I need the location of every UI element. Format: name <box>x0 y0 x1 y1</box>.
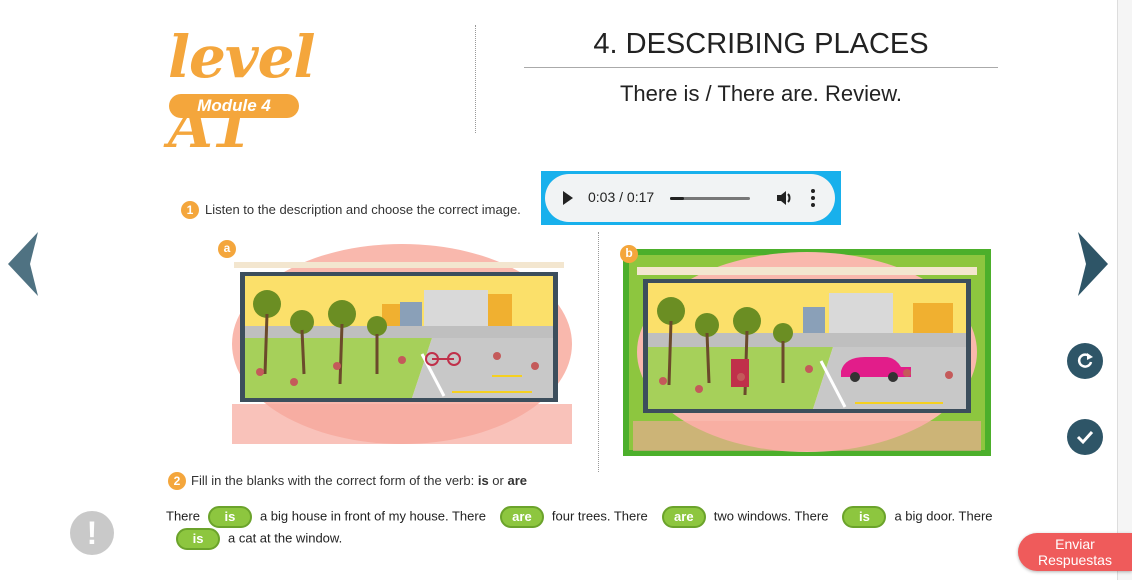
audio-progress-bar[interactable] <box>670 197 750 200</box>
question-2-instruction: Fill in the blanks with the correct form… <box>191 472 527 490</box>
sentence-text: two windows. There <box>713 508 829 524</box>
sentence-text: There <box>166 508 200 524</box>
sentence-text: a big door. There <box>894 508 993 524</box>
choice-b-label: b <box>620 245 638 263</box>
sentence-text: a big house in front of my house. There <box>259 508 486 524</box>
more-options-icon[interactable] <box>811 189 815 210</box>
image-choice-b[interactable]: b <box>620 245 991 456</box>
answer-blank-5[interactable]: is <box>176 528 220 550</box>
question-1-instruction: Listen to the description and choose the… <box>205 202 521 217</box>
answer-blank-2[interactable]: are <box>499 506 544 528</box>
header-divider <box>475 25 476 133</box>
sentence-text: four trees. There <box>551 508 648 524</box>
page-subtitle: There is / There are. Review. <box>619 81 903 106</box>
submit-answers-button[interactable]: Enviar Respuestas <box>1018 533 1132 571</box>
logo-level-text: level A1 <box>168 23 316 161</box>
checkmark-icon <box>1076 430 1094 445</box>
submit-label-line1: Enviar <box>1055 536 1095 552</box>
question-2-instruction-text: Fill in the blanks with the correct form… <box>191 473 478 488</box>
fill-in-sentence: There is a big house in front of my house.… <box>166 506 1046 550</box>
answer-blank-1[interactable]: is <box>207 506 252 528</box>
reset-button[interactable] <box>1067 343 1103 379</box>
audio-player[interactable]: 0:03 / 0:17 <box>545 174 835 222</box>
audio-progress-fill <box>670 197 685 200</box>
alert-button[interactable]: ! <box>70 511 114 555</box>
verb-option-is: is <box>477 473 489 488</box>
previous-arrow-icon[interactable] <box>6 232 40 296</box>
question-1-number: 1 <box>181 201 199 219</box>
choices-divider <box>598 232 599 472</box>
title-rule <box>524 67 998 68</box>
park-scene-a-image <box>232 244 572 444</box>
audio-time: 0:03 / 0:17 <box>588 189 655 205</box>
refresh-icon <box>1077 353 1093 368</box>
verb-option-or: or <box>488 473 508 488</box>
answer-blank-4[interactable]: is <box>842 506 887 528</box>
choice-a-label: a <box>218 240 236 258</box>
park-scene-b-image <box>623 249 991 456</box>
logo-module-badge: Module 4 <box>169 94 299 118</box>
next-arrow-icon[interactable] <box>1076 232 1110 296</box>
sentence-text: a cat at the window. <box>228 530 343 546</box>
play-icon[interactable] <box>563 191 573 205</box>
verb-option-are: are <box>507 473 528 488</box>
image-choice-a[interactable]: a <box>218 240 572 444</box>
page-title: 4. DESCRIBING PLACES <box>593 28 929 60</box>
scrollbar-track[interactable] <box>1117 0 1132 580</box>
volume-icon[interactable] <box>775 188 795 208</box>
course-logo: level A1 Module 4 <box>168 22 383 161</box>
answer-blank-3[interactable]: are <box>661 506 706 528</box>
check-button[interactable] <box>1067 419 1103 455</box>
question-2-number: 2 <box>168 472 186 490</box>
submit-label-line2: Respuestas <box>1038 552 1112 568</box>
